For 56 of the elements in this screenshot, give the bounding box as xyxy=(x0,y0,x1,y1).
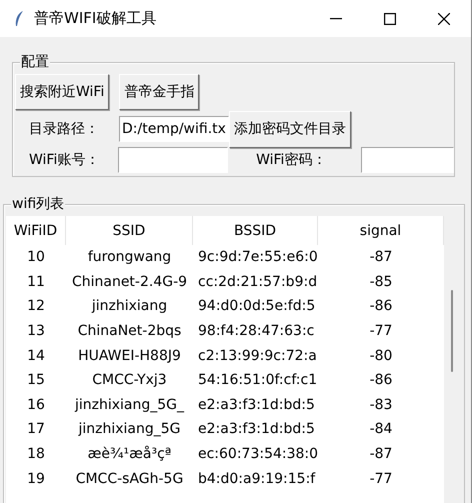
table-cell-text: Chinanet-2.4G-9 xyxy=(70,272,188,292)
table-cell-text: 94:d0:0d:5e:fd:5 xyxy=(197,297,316,316)
table-cell-text: 14 xyxy=(26,346,46,366)
account-field[interactable] xyxy=(118,147,228,173)
table-cell-text: -77 xyxy=(368,322,394,342)
account-label: WiFi账号： xyxy=(28,151,100,169)
table-cell-text: 15 xyxy=(26,371,46,390)
table-cell-text: furongwang xyxy=(86,248,172,268)
table-cell-text: -85 xyxy=(368,272,394,292)
frame-title: 配置 xyxy=(20,53,50,71)
table-cell-text: 19 xyxy=(26,470,46,489)
table-cell-text: 54:16:51:0f:cf:c1 xyxy=(197,371,318,390)
table-cell-text: HUAWEI-H88J9 xyxy=(77,346,182,366)
table-cell-text: 98:f4:28:47:63:c xyxy=(197,322,316,342)
table-cell-text: -84 xyxy=(368,420,394,440)
table-cell-text: 12 xyxy=(26,297,46,316)
table-cell-text: 17 xyxy=(26,420,46,440)
password-label: WiFi密码： xyxy=(255,151,328,169)
table-cell-text: -77 xyxy=(368,470,394,489)
table-cell-text: 9c:9d:7e:55:e6:0 xyxy=(197,248,318,268)
table-cell-text: 18 xyxy=(26,445,46,464)
table-cell-text: b4:d0:a9:19:15:f xyxy=(197,470,316,489)
table-cell-text: 11 xyxy=(26,272,46,292)
table-cell-text: 10 xyxy=(26,248,46,268)
window-title: 普帝WIFI破解工具 xyxy=(34,9,158,28)
table-cell-text: jinzhixiang_5G_ xyxy=(74,396,186,415)
feather-icon xyxy=(14,10,24,28)
table-cell-text: c2:13:99:9c:72:a xyxy=(197,346,318,366)
path-field[interactable]: D:/temp/wifi.tx xyxy=(119,116,229,142)
table-cell-text: cc:2d:21:57:b9:d xyxy=(197,272,318,292)
table-cell-text: jinzhixiang xyxy=(90,297,168,316)
table-cell-text: -86 xyxy=(368,371,394,390)
add-directory-button[interactable]: 添加密码文件目录 xyxy=(229,110,351,148)
table-cell-text: jinzhixiang_5G xyxy=(77,420,182,440)
table-cell-text: CMCC-Yxj3 xyxy=(91,371,168,390)
table-cell-text: ChinaNet-2bqs xyxy=(76,322,182,342)
table-cell-text: -80 xyxy=(368,346,394,366)
table-cell-text: -87 xyxy=(368,445,394,464)
table-cell-text: -86 xyxy=(368,297,394,316)
path-label: 目录路径： xyxy=(28,120,100,138)
maximize-icon xyxy=(384,12,396,24)
table-cell-text: e2:a3:f3:1d:bd:5 xyxy=(197,396,316,415)
table-cell-text: -87 xyxy=(368,248,394,268)
toolbar-button[interactable]: 搜索附近WiFi xyxy=(15,74,110,110)
table-cell-text: ec:60:73:54:38:0 xyxy=(197,445,318,464)
table-cell-text: 13 xyxy=(26,322,46,342)
toolbar-button[interactable]: 普帝金手指 xyxy=(119,74,200,110)
table-cell-text: -83 xyxy=(368,396,394,415)
table-cell-text: 16 xyxy=(26,396,46,415)
table-cell-text: CMCC-sAGh-5G xyxy=(74,470,184,489)
minimize-icon xyxy=(330,18,342,20)
password-field[interactable] xyxy=(361,147,454,173)
close-icon xyxy=(438,12,450,24)
table-cell-text: æè¾¹æå³çª xyxy=(86,444,172,464)
table-cell-text: e2:a3:f3:1d:bd:5 xyxy=(197,420,316,440)
frame-title: wifi列表 xyxy=(11,195,66,213)
